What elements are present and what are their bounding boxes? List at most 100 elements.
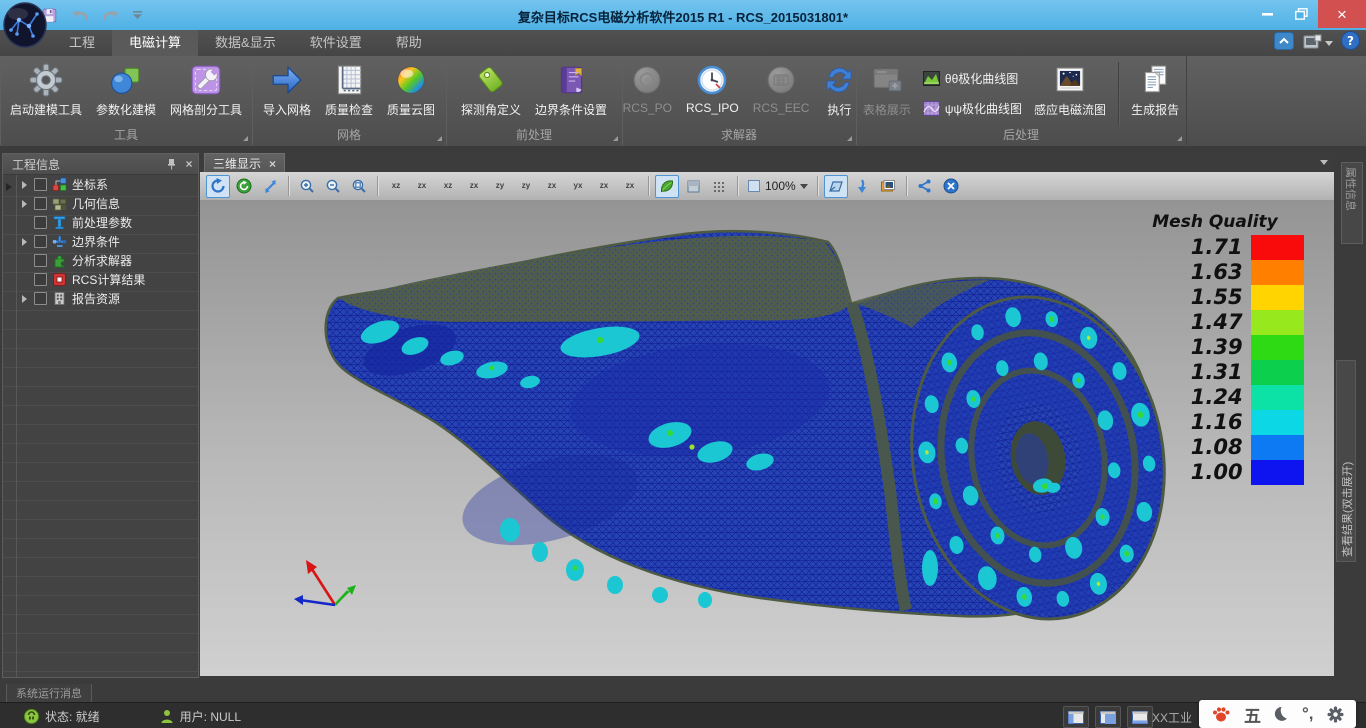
tree-item-boundary-conditions[interactable]: 边界条件 bbox=[3, 232, 198, 251]
checkbox[interactable] bbox=[34, 254, 47, 267]
zoom-level-select[interactable]: 100% bbox=[744, 179, 811, 193]
close-panel-icon[interactable]: × bbox=[180, 156, 198, 172]
view-orientation-button-7[interactable]: zx bbox=[540, 175, 564, 198]
tree-item-report-resources[interactable]: 报告资源 bbox=[3, 289, 198, 308]
view-orientation-button-6[interactable]: zy bbox=[514, 175, 538, 198]
tab-project[interactable]: 工程 bbox=[52, 30, 112, 56]
share-view-button[interactable] bbox=[913, 175, 937, 198]
view-orientation-button-3[interactable]: xz bbox=[436, 175, 460, 198]
pin-icon[interactable] bbox=[162, 156, 180, 172]
view-orientation-button-2[interactable]: zx bbox=[410, 175, 434, 198]
dialog-launcher-icon[interactable] bbox=[613, 136, 618, 141]
tree-item-geometry-info[interactable]: 几何信息 bbox=[3, 194, 198, 213]
dialog-launcher-icon[interactable] bbox=[243, 136, 248, 141]
checkbox[interactable] bbox=[34, 178, 47, 191]
dialog-launcher-icon[interactable] bbox=[1177, 136, 1182, 141]
tab-help[interactable]: 帮助 bbox=[379, 30, 439, 56]
status-text: 状态: 就绪 bbox=[45, 708, 100, 725]
shaded-render-button[interactable] bbox=[655, 175, 679, 198]
zoom-in-button[interactable] bbox=[295, 175, 319, 198]
rcs-po-button[interactable]: RCS_PO bbox=[617, 59, 678, 115]
checkbox[interactable] bbox=[34, 292, 47, 305]
collapse-all-icon[interactable] bbox=[6, 183, 12, 191]
mesh-partition-tool-button[interactable]: 网格剖分工具 bbox=[164, 59, 248, 118]
view-orientation-button-9[interactable]: zx bbox=[592, 175, 616, 198]
close-button[interactable]: × bbox=[1318, 0, 1366, 28]
toolbar-separator bbox=[906, 176, 907, 196]
tree-item-coordinate-system[interactable]: 坐标系 bbox=[3, 175, 198, 194]
theta-polarization-curve-button[interactable]: θθ极化曲线图 bbox=[919, 68, 1026, 89]
zoom-out-button[interactable] bbox=[321, 175, 345, 198]
pan-view-button[interactable] bbox=[258, 175, 282, 198]
maximize-button[interactable] bbox=[1284, 0, 1318, 28]
tree-item-preprocess-params[interactable]: 前处理参数 bbox=[3, 213, 198, 232]
quality-check-button[interactable]: 质量检查 bbox=[319, 59, 379, 118]
viewport-canvas[interactable]: Mesh Quality 1.71 1.63 1.55 1.47 1.39 1.… bbox=[200, 200, 1334, 676]
monitor-icon bbox=[1302, 34, 1322, 52]
wireframe-render-button[interactable] bbox=[681, 175, 705, 198]
view-orientation-button-4[interactable]: zx bbox=[462, 175, 486, 198]
window-style-button[interactable] bbox=[1302, 34, 1333, 52]
view-orientation-button-10[interactable]: zx bbox=[618, 175, 642, 198]
parametric-modeling-button[interactable]: 参数化建模 bbox=[90, 59, 162, 118]
refresh-view-button[interactable] bbox=[232, 175, 256, 198]
checkbox[interactable] bbox=[34, 273, 47, 286]
ime-punctuation-mode[interactable]: °, bbox=[1302, 704, 1314, 724]
table-view-button[interactable]: 表格展示 bbox=[857, 59, 917, 118]
properties-info-tab[interactable]: 属性信息 bbox=[1341, 162, 1363, 244]
tree-item-rcs-results[interactable]: RCS计算结果 bbox=[3, 270, 198, 289]
view-orientation-button-1[interactable]: xz bbox=[384, 175, 408, 198]
project-info-panel: 工程信息 × 坐标系 bbox=[2, 153, 199, 678]
rcs-eec-button[interactable]: RCS_EEC bbox=[747, 59, 816, 115]
launch-modeler-button[interactable]: 启动建模工具 bbox=[4, 59, 88, 118]
tab-em-computation[interactable]: 电磁计算 bbox=[112, 30, 198, 56]
tab-3d-display[interactable]: 三维显示 × bbox=[204, 153, 285, 173]
collapse-ribbon-button[interactable] bbox=[1274, 32, 1294, 55]
boundary-condition-settings-button[interactable]: 边界条件设置 bbox=[529, 59, 613, 118]
minimize-button[interactable] bbox=[1250, 0, 1284, 28]
expander-icon[interactable] bbox=[22, 181, 31, 189]
psi-polarization-curve-button[interactable]: ψψ极化曲线图 bbox=[919, 98, 1026, 119]
close-view-button[interactable] bbox=[939, 175, 963, 198]
tab-data-display[interactable]: 数据&显示 bbox=[198, 30, 293, 56]
app-logo[interactable] bbox=[3, 2, 48, 48]
system-messages-tab[interactable]: 系统运行消息 bbox=[6, 684, 92, 703]
eec-solver-icon bbox=[765, 64, 797, 96]
rotate-view-button[interactable] bbox=[206, 175, 230, 198]
zoom-fit-button[interactable] bbox=[347, 175, 371, 198]
tab-list-dropdown-icon[interactable] bbox=[1320, 160, 1328, 165]
generate-report-button[interactable]: 生成报告 bbox=[1125, 59, 1185, 118]
tab-software-settings[interactable]: 软件设置 bbox=[293, 30, 379, 56]
project-panel-header[interactable]: 工程信息 × bbox=[3, 154, 198, 175]
drop-view-button[interactable] bbox=[850, 175, 874, 198]
execute-button[interactable]: 执行 bbox=[817, 59, 861, 118]
help-button[interactable]: ? bbox=[1341, 31, 1360, 55]
section-tool-button[interactable] bbox=[824, 175, 848, 198]
layout-bottom-panel-button[interactable] bbox=[1127, 706, 1153, 728]
dialog-launcher-icon[interactable] bbox=[437, 136, 442, 141]
checkbox[interactable] bbox=[34, 235, 47, 248]
tree-item-analysis-solver[interactable]: 分析求解器 bbox=[3, 251, 198, 270]
close-tab-icon[interactable]: × bbox=[269, 157, 276, 171]
view-orientation-button-5[interactable]: zy bbox=[488, 175, 512, 198]
view-results-tab[interactable]: 查看结果(双击展开) bbox=[1336, 360, 1356, 562]
quality-cloud-button[interactable]: 质量云图 bbox=[381, 59, 441, 118]
expander-icon[interactable] bbox=[22, 295, 31, 303]
induced-current-map-button[interactable]: 感应电磁流图 bbox=[1028, 59, 1112, 118]
snapshot-button[interactable] bbox=[876, 175, 900, 198]
layout-center-panel-button[interactable] bbox=[1095, 706, 1121, 728]
checkbox[interactable] bbox=[34, 197, 47, 210]
expander-icon[interactable] bbox=[22, 200, 31, 208]
rcs-ipo-button[interactable]: RCS_IPO bbox=[680, 59, 745, 115]
expander-icon[interactable] bbox=[22, 238, 31, 246]
ime-wubi-mode[interactable]: 五 bbox=[1244, 702, 1261, 727]
dialog-launcher-icon[interactable] bbox=[847, 136, 852, 141]
checkbox[interactable] bbox=[34, 216, 47, 229]
view-orientation-button-8[interactable]: yx bbox=[566, 175, 590, 198]
layout-left-panel-button[interactable] bbox=[1063, 706, 1089, 728]
title-bar[interactable]: 复杂目标RCS电磁分析软件2015 R1 - RCS_2015031801* × bbox=[0, 0, 1366, 30]
points-render-button[interactable] bbox=[707, 175, 731, 198]
probe-angle-button[interactable]: 探测角定义 bbox=[455, 59, 527, 118]
ime-toolbar[interactable]: 五 °, bbox=[1199, 700, 1356, 728]
import-mesh-button[interactable]: 导入网格 bbox=[257, 59, 317, 118]
